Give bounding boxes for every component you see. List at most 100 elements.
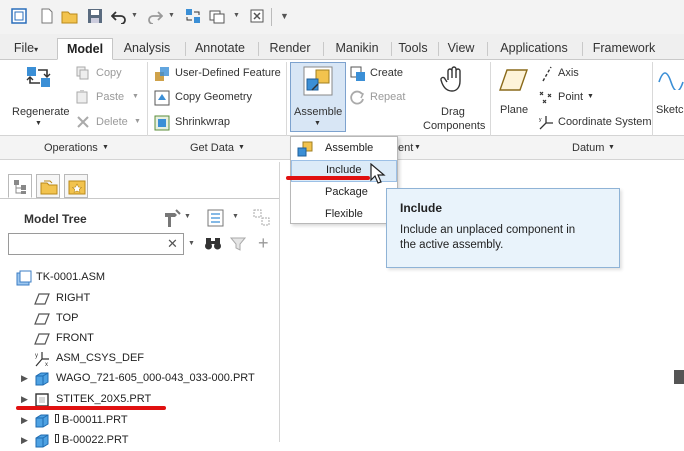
- get-data-group[interactable]: Get Data ▼: [190, 138, 260, 158]
- tree-item-root[interactable]: TK-0001.ASM: [0, 268, 280, 288]
- regenerate-button[interactable]: Regenerate ▼: [8, 62, 70, 132]
- tab-applications[interactable]: Applications: [492, 38, 576, 60]
- datum-group-label: Datum: [572, 142, 605, 154]
- expand-arrow-icon[interactable]: ▶: [21, 373, 28, 384]
- tab-annotate-label: Annotate: [194, 41, 246, 55]
- paste-button[interactable]: Paste ▼: [76, 90, 144, 106]
- tab-divider: [438, 42, 439, 56]
- windows-icon[interactable]: [208, 7, 226, 25]
- clear-search-icon[interactable]: ✕: [167, 236, 178, 252]
- toolbar-divider: [271, 8, 272, 26]
- tree-item[interactable]: yx ASM_CSYS_DEF: [0, 349, 280, 369]
- tab-framework[interactable]: Framework: [586, 38, 662, 60]
- windows-dropdown-icon[interactable]: ▼: [233, 12, 240, 19]
- components-label: Components: [423, 120, 486, 132]
- close-window-icon[interactable]: [248, 7, 266, 25]
- tab-folder-browser[interactable]: [36, 174, 60, 198]
- show-button[interactable]: ▼: [206, 208, 240, 228]
- sketch-button[interactable]: Sketc: [656, 62, 684, 122]
- find-binoculars-icon[interactable]: [204, 236, 222, 255]
- plane-button[interactable]: Plane: [496, 62, 532, 122]
- datum-plane-icon: [34, 313, 50, 325]
- tab-tools[interactable]: Tools: [394, 38, 432, 60]
- chevron-down-icon[interactable]: ▼: [188, 240, 195, 247]
- undo-icon[interactable]: [110, 7, 128, 25]
- axis-button[interactable]: Axis: [538, 66, 598, 82]
- quick-access-toolbar: ▼ ▼ ▼ ▼: [0, 0, 684, 34]
- sketch-icon: [658, 68, 684, 93]
- datum-point-icon: [538, 90, 554, 109]
- tab-model-tree[interactable]: [8, 174, 32, 198]
- window-icon[interactable]: [10, 7, 28, 25]
- tree-filter-button[interactable]: [252, 208, 274, 228]
- delete-label: Delete: [96, 116, 128, 128]
- svg-text:y: y: [539, 117, 542, 123]
- expand-arrow-icon[interactable]: ▶: [21, 415, 28, 426]
- ribbon-tabs: File▾ Model Analysis Annotate Render Man…: [0, 34, 684, 60]
- point-button[interactable]: Point ▼: [538, 90, 602, 106]
- udf-label: User-Defined Feature: [175, 67, 281, 79]
- chevron-down-icon: ▼: [238, 144, 245, 151]
- tab-view[interactable]: View: [442, 38, 480, 60]
- tree-settings-button[interactable]: ▼: [162, 208, 192, 228]
- undo-dropdown-icon[interactable]: ▼: [131, 12, 138, 19]
- chevron-down-icon: ▼: [232, 213, 239, 220]
- tab-file[interactable]: File▾: [6, 38, 46, 60]
- tree-item[interactable]: RIGHT: [0, 289, 280, 309]
- tree-item[interactable]: ▶ B-00022.PRT: [0, 431, 280, 451]
- open-icon[interactable]: [61, 7, 79, 25]
- save-icon[interactable]: [86, 7, 104, 25]
- shrinkwrap-label: Shrinkwrap: [175, 116, 231, 128]
- assemble-button[interactable]: Assemble ▼: [290, 62, 346, 132]
- tab-render[interactable]: Render: [263, 38, 317, 60]
- drag-components-button[interactable]: Drag Components: [418, 62, 488, 132]
- tab-favorites[interactable]: [64, 174, 88, 198]
- repeat-button[interactable]: Repeat: [350, 90, 412, 106]
- tree-item[interactable]: FRONT: [0, 329, 280, 349]
- hand-icon: [440, 66, 466, 97]
- datum-plane-icon: [499, 68, 529, 95]
- coordinate-system-button[interactable]: y Coordinate System: [538, 115, 656, 131]
- tree-item[interactable]: TOP: [0, 309, 280, 329]
- create-component-icon: [350, 66, 366, 85]
- copy-geometry-label: Copy Geometry: [175, 91, 253, 103]
- component-group-label: ent: [398, 142, 414, 154]
- tab-analysis[interactable]: Analysis: [116, 38, 178, 60]
- component-group[interactable]: ent ▼: [398, 138, 432, 158]
- operations-group[interactable]: Operations ▼: [44, 138, 124, 158]
- tab-divider: [582, 42, 583, 56]
- menu-item-package[interactable]: Package: [291, 182, 397, 204]
- folder-icon: [40, 180, 58, 195]
- regenerate-icon[interactable]: [184, 7, 202, 25]
- copy-button[interactable]: Copy: [76, 66, 144, 82]
- search-input[interactable]: [8, 233, 184, 255]
- filter-icon[interactable]: [229, 236, 247, 255]
- redo-dropdown-icon[interactable]: ▼: [168, 12, 175, 19]
- tree-item[interactable]: ▶ B-00011.PRT: [0, 411, 280, 431]
- add-icon[interactable]: +: [258, 233, 269, 254]
- chevron-down-icon: ▼: [132, 93, 139, 100]
- model-tree-title: Model Tree: [24, 212, 87, 226]
- tree-item[interactable]: ▶ WAGO_721-605_000-043_033-000.PRT: [0, 369, 280, 389]
- customize-icon[interactable]: ▼: [280, 11, 289, 21]
- sketch-label: Sketc: [656, 104, 684, 116]
- expand-arrow-icon[interactable]: ▶: [21, 394, 28, 405]
- delete-button[interactable]: Delete ▼: [76, 115, 144, 131]
- user-defined-feature-button[interactable]: User-Defined Feature: [154, 66, 284, 82]
- create-button[interactable]: Create: [350, 66, 412, 82]
- menu-item-flexible[interactable]: Flexible: [291, 204, 397, 226]
- drag-label: Drag: [441, 106, 465, 118]
- expand-arrow-icon[interactable]: ▶: [21, 435, 28, 446]
- new-icon[interactable]: [38, 7, 56, 25]
- copy-geometry-button[interactable]: Copy Geometry: [154, 90, 284, 106]
- redo-icon[interactable]: [146, 7, 164, 25]
- tab-annotate[interactable]: Annotate: [188, 38, 252, 60]
- menu-item-assemble[interactable]: Assemble: [291, 138, 397, 160]
- tab-manikin[interactable]: Manikin: [328, 38, 386, 60]
- favorites-icon: [68, 180, 86, 195]
- tab-model[interactable]: Model: [57, 38, 113, 60]
- operations-group-label: Operations: [44, 142, 98, 154]
- chevron-down-icon: ▼: [102, 144, 109, 151]
- datum-group[interactable]: Datum ▼: [572, 138, 622, 158]
- shrinkwrap-button[interactable]: Shrinkwrap: [154, 115, 284, 131]
